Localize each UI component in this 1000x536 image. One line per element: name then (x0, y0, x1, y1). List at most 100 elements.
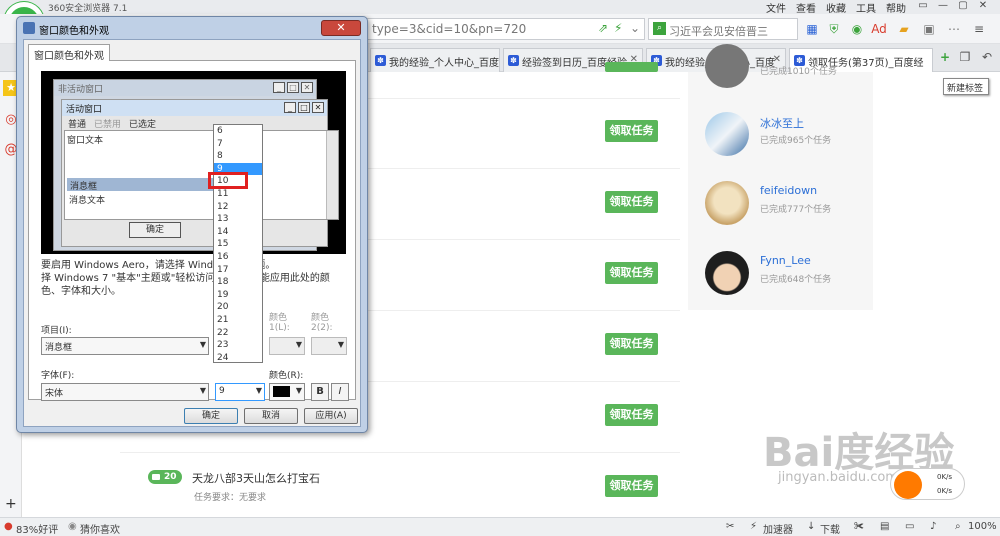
font-size-option[interactable]: 8 (214, 150, 262, 163)
font-size-option[interactable]: 14 (214, 226, 262, 239)
menu-favorites[interactable]: 收藏 (826, 0, 846, 15)
font-size-option[interactable]: 23 (214, 339, 262, 352)
font-size-dropdown-list[interactable]: 6 7 8 9 10 11 12 13 14 15 16 17 18 19 20 21 22 23 24 (213, 124, 263, 363)
font-size-option[interactable]: 21 (214, 314, 262, 327)
rating-text[interactable]: 83%好评 (16, 521, 58, 536)
font-size-option[interactable]: 11 (214, 188, 262, 201)
font-size-option[interactable]: 24 (214, 352, 262, 362)
search-input[interactable]: ⌕ 习近平会见安倍晋三 (648, 18, 798, 40)
zoom-level[interactable]: 100% (968, 521, 997, 532)
apply-button[interactable]: 应用(A) (304, 408, 358, 424)
claim-task-button[interactable] (605, 62, 658, 72)
skin-icon[interactable]: ▭ (915, 0, 931, 12)
font-size-option[interactable]: 12 (214, 201, 262, 214)
appearance-preview[interactable]: 非活动窗口 _ □ ✕ 活动窗口 _ □ ✕ 普通 已禁用 已选定 窗口文本 消息框 消息文… (41, 71, 346, 254)
preview-message-box: 消息框 (67, 178, 217, 192)
grid-apps-icon[interactable]: ▦ (803, 20, 821, 38)
font-size-option[interactable]: 6 (214, 125, 262, 138)
image-icon[interactable]: ▣ (920, 20, 938, 38)
window-color-dialog: 窗口颜色和外观 ✕ 窗口颜色和外观 非活动窗口 _ □ ✕ 活动窗口 _ □ ✕ 普通已… (16, 16, 368, 433)
folder-icon[interactable]: ▰ (895, 20, 913, 38)
italic-button[interactable]: I (331, 383, 349, 401)
aero-description: 要启用 Windows Aero，请选择 Windows 7 主题。择 Wind… (41, 260, 330, 297)
claim-task-button[interactable]: 领取任务 (605, 333, 658, 355)
bold-button[interactable]: B (311, 383, 329, 401)
search-text: 习近平会见安倍晋三 (669, 25, 768, 38)
font-size-option[interactable]: 18 (214, 276, 262, 289)
avatar (705, 181, 749, 225)
font-size-option[interactable]: 19 (214, 289, 262, 302)
font-size-option[interactable]: 20 (214, 301, 262, 314)
tab-list-icon[interactable]: ❐ (956, 48, 974, 66)
download-text[interactable]: 下载 (820, 521, 840, 536)
baidu-paw-icon: ✽ (508, 55, 519, 66)
task-title[interactable]: 天龙八部3天山怎么打宝石 (192, 470, 320, 486)
new-tab-tooltip: 新建标签 (943, 78, 989, 95)
tab-1[interactable]: ✽ 我的经验_个人中心_百度 (370, 48, 500, 72)
tools-icon[interactable]: ✂ (726, 521, 734, 532)
browser-title-bar: 360安全浏览器 7.1 文件 查看 收藏 工具 帮助 ▭ — ▢ ✕ (0, 0, 1000, 15)
font-select[interactable]: 宋体 ▼ (41, 383, 209, 401)
baidu-paw-icon: ✽ (375, 55, 386, 66)
cut-icon[interactable]: ✀ (854, 521, 864, 532)
volume-icon[interactable]: ♪ (930, 521, 936, 532)
font-size-option[interactable]: 15 (214, 238, 262, 251)
color1-select: ▼ (269, 337, 305, 355)
undo-close-icon[interactable]: ↶ (978, 48, 996, 66)
cancel-button[interactable]: 取消 (244, 408, 298, 424)
security-icon[interactable]: ◉ (848, 20, 866, 38)
claim-task-button[interactable]: 领取任务 (605, 120, 658, 142)
share-icon[interactable]: ⇗ (598, 21, 608, 35)
lightning-icon[interactable]: ⚡ (614, 21, 622, 35)
ok-button[interactable]: 确定 (184, 408, 238, 424)
font-size-option[interactable]: 22 (214, 327, 262, 340)
preview-active-window: 活动窗口 _ □ ✕ 普通 已禁用 已选定 窗口文本 消息框 消息文本 确定 (61, 99, 339, 247)
font-size-select[interactable]: 9 ▼ (215, 383, 265, 401)
add-sidebar-icon[interactable]: + (5, 496, 17, 512)
new-tab-plus-icon[interactable]: + (936, 48, 954, 66)
claim-task-button[interactable]: 领取任务 (605, 262, 658, 284)
network-speed-widget[interactable]: 0K/s 0K/s (890, 468, 965, 500)
dropdown-icon[interactable]: ⌄ (630, 21, 640, 35)
avatar (705, 251, 749, 295)
zoom-icon: ⌕ (955, 521, 961, 532)
close-icon[interactable]: ✕ (975, 0, 991, 12)
chevron-down-icon: ▼ (199, 340, 206, 349)
menu-icon[interactable]: ≡ (970, 20, 988, 38)
menu-help[interactable]: 帮助 (886, 0, 906, 15)
claim-task-button[interactable]: 领取任务 (605, 191, 658, 213)
claim-task-button[interactable]: 领取任务 (605, 404, 658, 426)
font-size-option[interactable]: 13 (214, 213, 262, 226)
font-size-option[interactable]: 17 (214, 264, 262, 277)
minimize-icon[interactable]: — (935, 0, 951, 12)
adblock-icon[interactable]: Ad (870, 20, 888, 38)
highlight-annotation (208, 172, 248, 189)
accelerator-text[interactable]: 加速器 (763, 521, 793, 536)
download-speed: 0K/s (937, 487, 953, 495)
avatar (705, 44, 749, 88)
menu-tools[interactable]: 工具 (856, 0, 876, 15)
font-label: 字体(F): (41, 371, 75, 381)
screen-icon[interactable]: ▤ (880, 521, 889, 532)
more-tools-icon[interactable]: ⋯ (945, 20, 963, 38)
avatar (705, 112, 749, 156)
tab-window-color[interactable]: 窗口颜色和外观 (28, 44, 110, 62)
dialog-title: 窗口颜色和外观 (39, 26, 109, 37)
preview-workspace: 窗口文本 消息框 消息文本 (64, 130, 339, 220)
menu-view[interactable]: 查看 (796, 0, 816, 15)
claim-task-button[interactable]: 领取任务 (605, 475, 658, 497)
guess-text[interactable]: 猜你喜欢 (80, 521, 120, 536)
rating-icon: ● (4, 521, 13, 532)
font-color-select[interactable]: ▼ (269, 383, 305, 401)
address-input[interactable]: type=3&cid=10&pn=720 ⇗ ⚡ ⌄ (365, 18, 645, 40)
window-icon[interactable]: ▭ (905, 521, 914, 532)
item-select[interactable]: 消息框 ▼ (41, 337, 209, 355)
dialog-close-button[interactable]: ✕ (321, 20, 361, 36)
menu-file[interactable]: 文件 (766, 0, 786, 15)
status-bar: ● 83%好评 ◉ 猜你喜欢 ✂ ⚡ 加速器 ↓ 下载 ✀ ▤ ▭ ♪ ⌕ 10… (0, 517, 1000, 536)
font-size-option[interactable]: 16 (214, 251, 262, 264)
shield-icon[interactable]: ⛨ (825, 20, 843, 38)
maximize-icon[interactable]: ▢ (955, 0, 971, 12)
color2-select: ▼ (311, 337, 347, 355)
font-size-option[interactable]: 7 (214, 138, 262, 151)
